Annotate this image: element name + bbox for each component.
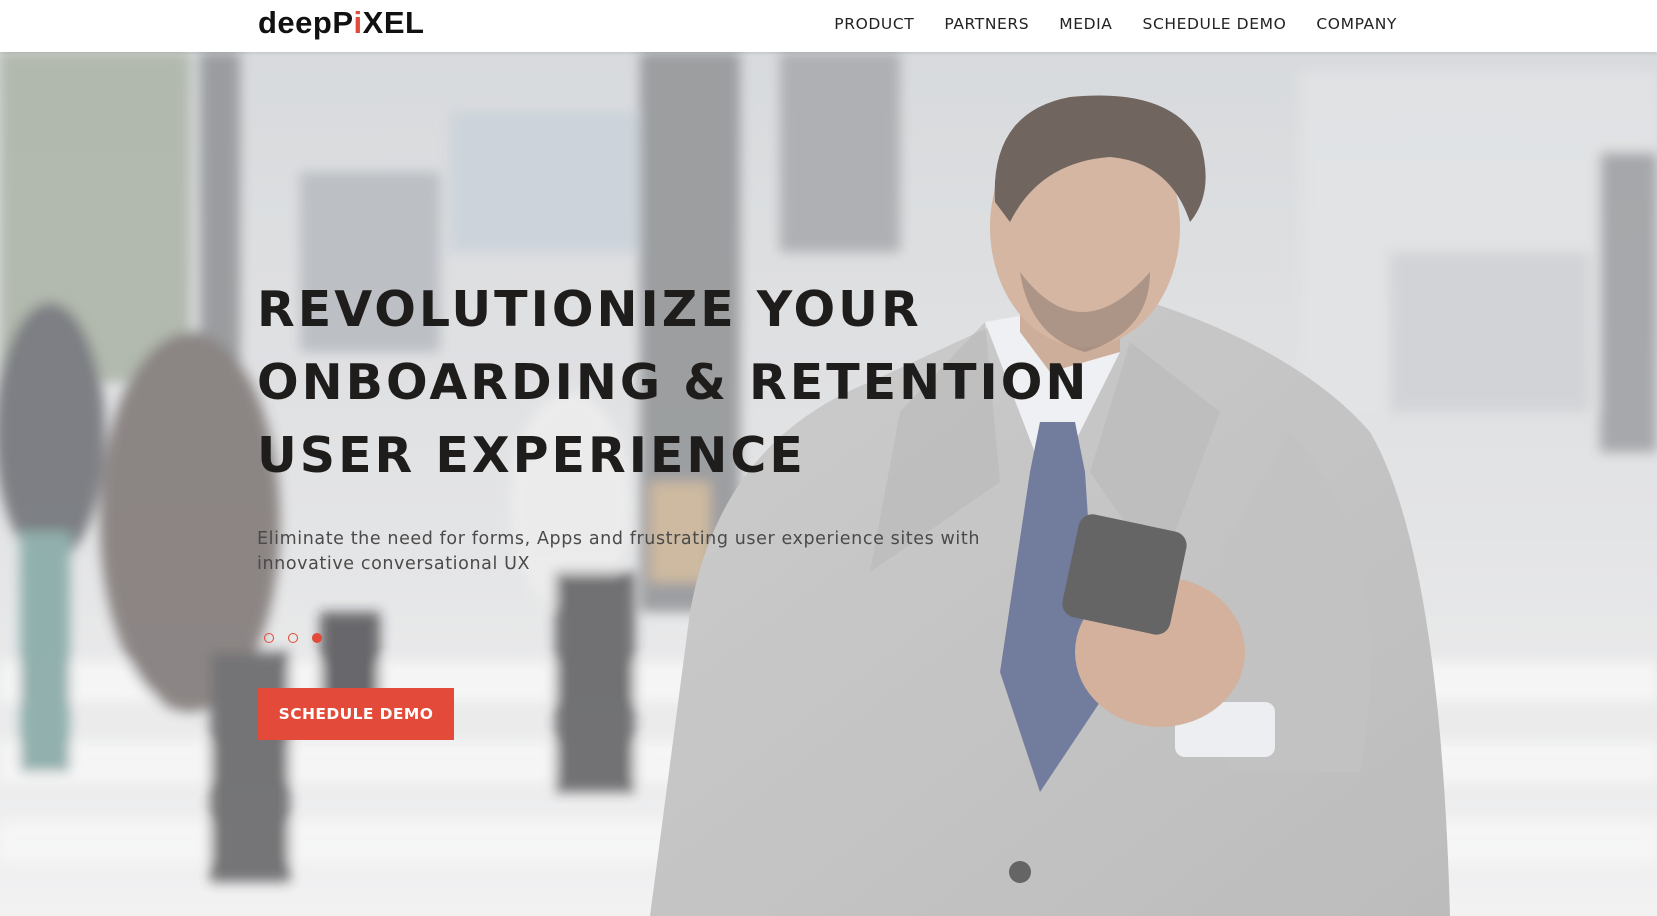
- nav-item-media[interactable]: MEDIA: [1059, 15, 1112, 33]
- nav-item-product[interactable]: PRODUCT: [834, 15, 914, 33]
- logo-text-prefix: deepP: [258, 5, 354, 40]
- logo-text-suffix: XEL: [362, 5, 425, 40]
- logo-text-i: i: [353, 5, 363, 40]
- hero-subtitle: Eliminate the need for forms, Apps and f…: [257, 529, 981, 574]
- carousel-dot-1[interactable]: [264, 633, 274, 643]
- page: deepPiXEL PRODUCT PARTNERS MEDIA SCHEDUL…: [0, 0, 1657, 916]
- nav-item-company[interactable]: COMPANY: [1316, 15, 1397, 33]
- site-header: deepPiXEL PRODUCT PARTNERS MEDIA SCHEDUL…: [0, 0, 1657, 52]
- deeppixel-logo[interactable]: deepPiXEL: [258, 4, 424, 42]
- carousel-indicators: [264, 633, 322, 643]
- main-nav: PRODUCT PARTNERS MEDIA SCHEDULE DEMO COM…: [834, 0, 1397, 48]
- carousel-dot-2[interactable]: [288, 633, 298, 643]
- nav-item-partners[interactable]: PARTNERS: [944, 15, 1029, 33]
- schedule-demo-button[interactable]: SCHEDULE DEMO: [258, 688, 454, 740]
- hero-headline: REVOLUTIONIZE YOUR ONBOARDING & RETENTIO…: [257, 281, 1090, 484]
- nav-item-schedule-demo[interactable]: SCHEDULE DEMO: [1143, 15, 1287, 33]
- carousel-dot-3[interactable]: [312, 633, 322, 643]
